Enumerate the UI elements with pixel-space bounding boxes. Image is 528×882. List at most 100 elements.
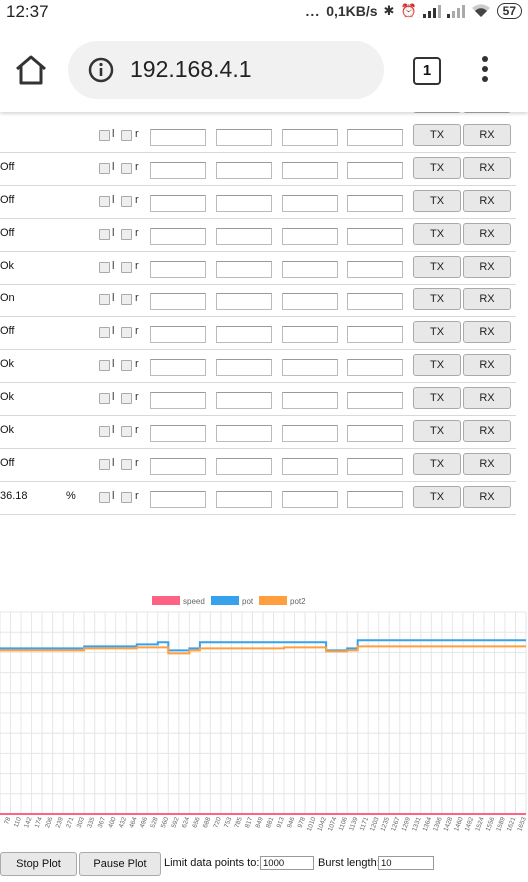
checkbox-r[interactable] [121,130,132,141]
rx-button[interactable]: RX [463,321,511,343]
legend-label-speed[interactable]: speed [183,597,205,606]
checkbox-r[interactable] [121,229,132,240]
tx-button[interactable]: TX [413,387,461,409]
row-input-3[interactable] [282,392,338,409]
rx-button[interactable]: RX [463,124,511,146]
legend-swatch-pot[interactable] [211,596,239,605]
more-menu-icon[interactable] [478,56,492,86]
rx-button[interactable]: RX [463,453,511,475]
row-input-3[interactable] [282,491,338,508]
row-input-1[interactable] [150,359,206,376]
tx-button[interactable]: TX [413,190,461,212]
legend-swatch-speed[interactable] [152,596,180,605]
row-input-1[interactable] [150,293,206,310]
tx-button[interactable]: TX [413,256,461,278]
limit-input[interactable]: 1000 [260,856,314,870]
row-input-1[interactable] [150,425,206,442]
tx-button[interactable]: TX [413,486,461,508]
row-input-3[interactable] [282,293,338,310]
row-input-3[interactable] [282,326,338,343]
row-input-4[interactable] [347,293,403,310]
checkbox-r[interactable] [121,163,132,174]
row-input-1[interactable] [150,195,206,212]
checkbox-r[interactable] [121,492,132,503]
tx-button[interactable]: TX [413,288,461,310]
row-input-1[interactable] [150,392,206,409]
row-input-3[interactable] [282,162,338,179]
tx-button[interactable]: TX [413,453,461,475]
row-input-3[interactable] [282,359,338,376]
rx-button[interactable]: RX [463,157,511,179]
row-input-3[interactable] [282,425,338,442]
checkbox-r[interactable] [121,426,132,437]
checkbox-l[interactable] [99,393,110,404]
row-input-2[interactable] [216,458,272,475]
row-input-4[interactable] [347,359,403,376]
address-bar[interactable]: 192.168.4.1 [68,41,384,99]
checkbox-l[interactable] [99,163,110,174]
row-input-3[interactable] [282,228,338,245]
tx-button[interactable]: TX [413,321,461,343]
row-input-2[interactable] [216,162,272,179]
tx-button[interactable]: TX [413,420,461,442]
rx-button[interactable]: RX [463,288,511,310]
checkbox-r[interactable] [121,360,132,371]
url-text[interactable]: 192.168.4.1 [130,56,252,83]
checkbox-l[interactable] [99,294,110,305]
row-input-2[interactable] [216,129,272,146]
checkbox-l[interactable] [99,229,110,240]
row-input-2[interactable] [216,359,272,376]
row-input-2[interactable] [216,228,272,245]
checkbox-r[interactable] [121,294,132,305]
row-input-1[interactable] [150,491,206,508]
row-input-2[interactable] [216,261,272,278]
legend-label-pot2[interactable]: pot2 [290,597,306,606]
checkbox-l[interactable] [99,459,110,470]
legend-label-pot[interactable]: pot [242,597,254,606]
checkbox-l[interactable] [99,327,110,338]
row-input-1[interactable] [150,162,206,179]
row-input-4[interactable] [347,228,403,245]
row-input-4[interactable] [347,425,403,442]
checkbox-r[interactable] [121,459,132,470]
checkbox-l[interactable] [99,196,110,207]
row-input-1[interactable] [150,326,206,343]
checkbox-l[interactable] [99,492,110,503]
rx-button[interactable]: RX [463,190,511,212]
checkbox-r[interactable] [121,393,132,404]
checkbox-r[interactable] [121,262,132,273]
checkbox-l[interactable] [99,262,110,273]
row-input-4[interactable] [347,129,403,146]
checkbox-r[interactable] [121,196,132,207]
row-input-4[interactable] [347,195,403,212]
checkbox-l[interactable] [99,130,110,141]
tx-button[interactable]: TX [413,157,461,179]
row-input-4[interactable] [347,326,403,343]
row-input-4[interactable] [347,392,403,409]
row-input-1[interactable] [150,228,206,245]
burst-input[interactable]: 10 [378,856,434,870]
info-icon[interactable] [88,57,114,83]
tx-button[interactable]: TX [413,354,461,376]
rx-button[interactable]: RX [463,223,511,245]
tx-button[interactable]: TX [413,124,461,146]
row-input-2[interactable] [216,326,272,343]
row-input-1[interactable] [150,261,206,278]
row-input-3[interactable] [282,261,338,278]
row-input-2[interactable] [216,392,272,409]
stop-plot-button[interactable]: Stop Plot [0,852,77,876]
row-input-4[interactable] [347,261,403,278]
row-input-1[interactable] [150,458,206,475]
rx-button[interactable]: RX [463,486,511,508]
pause-plot-button[interactable]: Pause Plot [79,852,161,876]
row-input-4[interactable] [347,491,403,508]
row-input-4[interactable] [347,162,403,179]
row-input-2[interactable] [216,293,272,310]
row-input-4[interactable] [347,458,403,475]
row-input-1[interactable] [150,129,206,146]
row-input-2[interactable] [216,195,272,212]
tx-button[interactable]: TX [413,223,461,245]
checkbox-l[interactable] [99,426,110,437]
row-input-3[interactable] [282,195,338,212]
rx-button[interactable]: RX [463,354,511,376]
